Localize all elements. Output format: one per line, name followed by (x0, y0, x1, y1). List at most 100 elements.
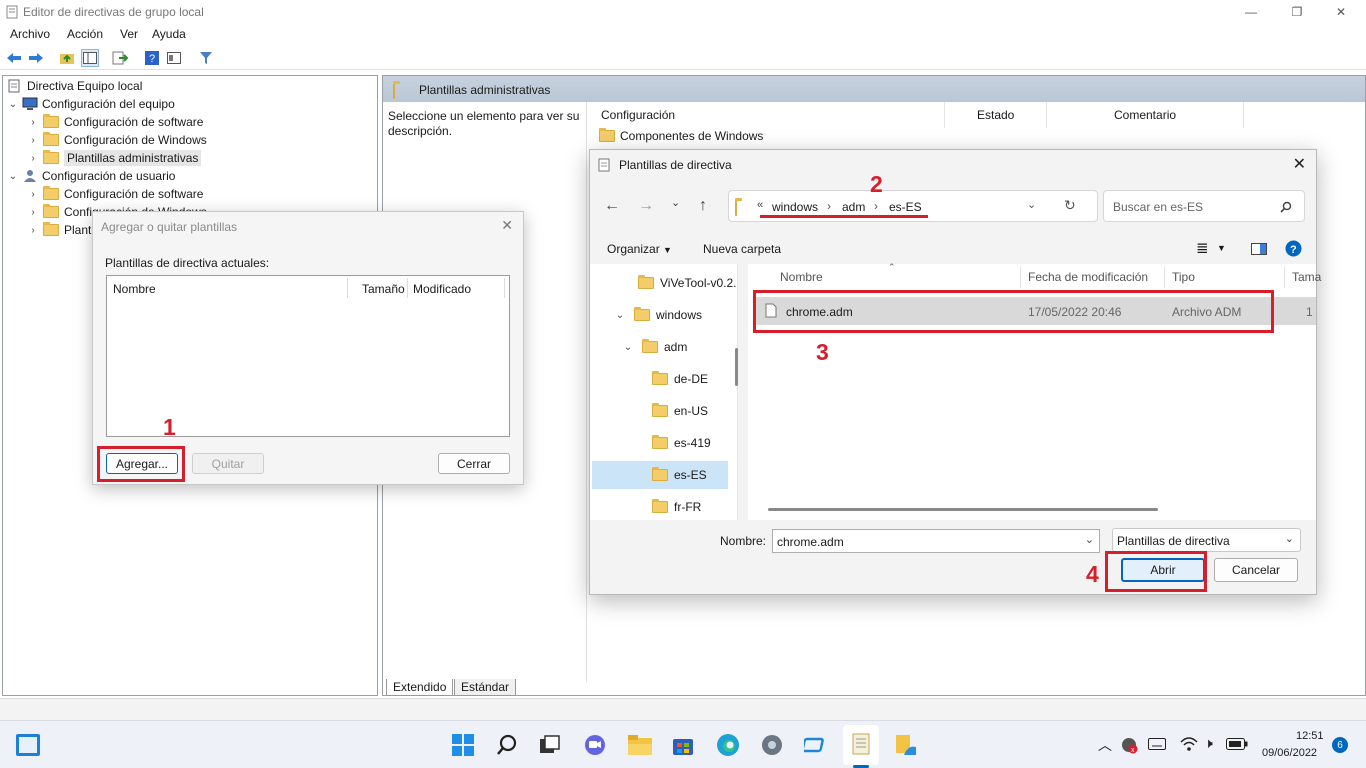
battery-icon[interactable] (1226, 738, 1248, 750)
up-arrow-icon[interactable]: ↑ (699, 197, 707, 215)
chevron-down-icon[interactable]: ⌄ (1027, 198, 1036, 211)
forward-arrow-icon[interactable]: → (638, 197, 654, 215)
chevron-down-icon[interactable]: ▼ (1217, 243, 1226, 253)
keyboard-icon[interactable] (1148, 738, 1166, 750)
menu-ayuda[interactable]: Ayuda (152, 27, 186, 41)
help-icon[interactable]: ? (1285, 240, 1302, 257)
cancel-button[interactable]: Cancelar (1214, 558, 1298, 582)
nav-scrollbar[interactable] (735, 348, 738, 386)
breadcrumb-adm[interactable]: adm (842, 200, 865, 214)
preview-pane-icon[interactable] (1251, 243, 1267, 255)
store-icon[interactable] (672, 734, 694, 756)
file-type-select[interactable]: Plantillas de directiva ⌄ (1112, 528, 1301, 552)
tree-root[interactable]: Directiva Equipo local (7, 77, 142, 95)
minimize-button[interactable]: — (1228, 0, 1274, 24)
templates-list[interactable]: Nombre Tamaño Modificado (106, 275, 510, 437)
chevron-right-icon[interactable]: › (27, 135, 39, 146)
task-view-icon[interactable] (539, 735, 561, 755)
back-arrow-icon[interactable]: ← (604, 197, 620, 215)
tree-software-config[interactable]: › Configuración de software (27, 113, 203, 131)
column-modificado[interactable]: Modificado (413, 282, 471, 296)
column-estado[interactable]: Estado (977, 108, 1014, 122)
search-icon[interactable] (497, 734, 519, 756)
close-window-button[interactable]: ✕ (1318, 0, 1364, 24)
edge-icon[interactable] (716, 733, 740, 757)
file-explorer-icon[interactable] (627, 734, 653, 756)
chevron-down-icon[interactable]: ⌄ (7, 99, 19, 110)
search-input[interactable]: Buscar en es-ES (1113, 200, 1203, 214)
chevron-right-icon[interactable]: › (27, 189, 39, 200)
column-size[interactable]: Tama (1292, 270, 1321, 284)
forward-arrow-icon[interactable] (27, 49, 45, 67)
chevron-down-icon[interactable]: ⌄ (1285, 532, 1294, 545)
nav-item-fr-fr[interactable]: fr-FR (648, 496, 701, 518)
chevron-down-icon[interactable]: ⌄ (614, 310, 626, 321)
tree-windows-config[interactable]: › Configuración de Windows (27, 131, 207, 149)
horizontal-scrollbar[interactable] (768, 508, 1158, 511)
chevron-right-icon[interactable]: › (27, 207, 39, 218)
menu-accion[interactable]: Acción (67, 27, 103, 41)
column-date[interactable]: Fecha de modificación (1028, 270, 1148, 284)
volume-muted-icon[interactable]: 🕨 (1204, 735, 1213, 752)
chevron-down-icon[interactable]: ⌄ (1085, 533, 1094, 546)
show-hide-tree-icon[interactable] (81, 49, 99, 67)
chevron-right-icon[interactable]: › (27, 117, 39, 128)
up-folder-icon[interactable] (58, 49, 76, 67)
list-item[interactable]: Componentes de Windows (597, 127, 763, 145)
nav-item-windows[interactable]: ⌄ windows (614, 304, 702, 326)
organize-button[interactable]: Organizar ▼ (607, 242, 672, 256)
gpedit-icon[interactable] (850, 733, 872, 757)
wifi-icon[interactable] (1180, 736, 1198, 752)
chevron-right-icon[interactable]: › (27, 153, 39, 164)
widgets-icon[interactable] (16, 734, 40, 756)
remove-button[interactable]: Quitar (192, 453, 264, 474)
tab-estandar[interactable]: Estándar (454, 679, 517, 696)
notification-badge[interactable]: 6 (1332, 737, 1348, 753)
nav-item-es-419[interactable]: es-419 (648, 432, 711, 454)
help-icon[interactable]: ? (143, 49, 161, 67)
export-list-icon[interactable] (111, 49, 129, 67)
column-tamano[interactable]: Tamaño (362, 282, 405, 296)
breadcrumb-overflow[interactable]: « (757, 199, 763, 211)
chevron-right-icon[interactable]: › (27, 225, 39, 236)
security-alert-icon[interactable]: x (1120, 736, 1138, 754)
maximize-button[interactable]: ❐ (1274, 0, 1320, 24)
nav-item-adm[interactable]: ⌄ adm (622, 336, 687, 358)
chevron-down-icon[interactable]: ⌄ (671, 196, 680, 209)
start-icon[interactable] (452, 734, 474, 756)
nav-item-vivetool[interactable]: ViVeTool-v0.2. (634, 272, 737, 294)
breadcrumb-es-es[interactable]: es-ES (889, 200, 922, 214)
nav-item-en-us[interactable]: en-US (648, 400, 708, 422)
clock-time[interactable]: 12:51 (1296, 730, 1324, 742)
chevron-down-icon[interactable]: ⌄ (7, 171, 19, 182)
column-type[interactable]: Tipo (1172, 270, 1195, 284)
tree-user-config[interactable]: ⌄ Configuración de usuario (7, 167, 176, 185)
column-comentario[interactable]: Comentario (1114, 108, 1176, 122)
close-icon[interactable]: ✕ (501, 217, 513, 234)
new-folder-button[interactable]: Nueva carpeta (703, 242, 781, 256)
refresh-icon[interactable]: ↻ (1064, 197, 1076, 214)
back-arrow-icon[interactable] (5, 49, 23, 67)
column-name[interactable]: Nombre (780, 270, 823, 284)
column-nombre[interactable]: Nombre (113, 282, 156, 296)
chevron-down-icon[interactable]: ⌄ (622, 342, 634, 353)
tree-admin-templates[interactable]: › Plantillas administrativas (27, 149, 202, 167)
search-icon[interactable] (1280, 201, 1292, 213)
tree-user-software[interactable]: › Configuración de software (27, 185, 203, 203)
properties-icon[interactable] (165, 49, 183, 67)
close-button[interactable]: Cerrar (438, 453, 510, 474)
tree-computer-config[interactable]: ⌄ Configuración del equipo (7, 95, 175, 113)
breadcrumb-windows[interactable]: windows (772, 200, 818, 214)
menu-ver[interactable]: Ver (120, 27, 138, 41)
tab-extendido[interactable]: Extendido (386, 679, 454, 696)
settings-icon[interactable] (760, 733, 784, 757)
search-field[interactable]: Buscar en es-ES (1103, 190, 1305, 222)
view-list-icon[interactable]: ≣ (1196, 239, 1209, 257)
nav-item-es-es[interactable]: es-ES (648, 464, 707, 486)
tray-chevron-up-icon[interactable]: ︿ (1098, 735, 1112, 755)
chat-icon[interactable] (583, 734, 607, 756)
column-configuracion[interactable]: Configuración (601, 108, 675, 122)
menu-archivo[interactable]: Archivo (10, 27, 50, 41)
clock-date[interactable]: 09/06/2022 (1262, 747, 1317, 759)
connect-icon[interactable] (804, 734, 826, 756)
